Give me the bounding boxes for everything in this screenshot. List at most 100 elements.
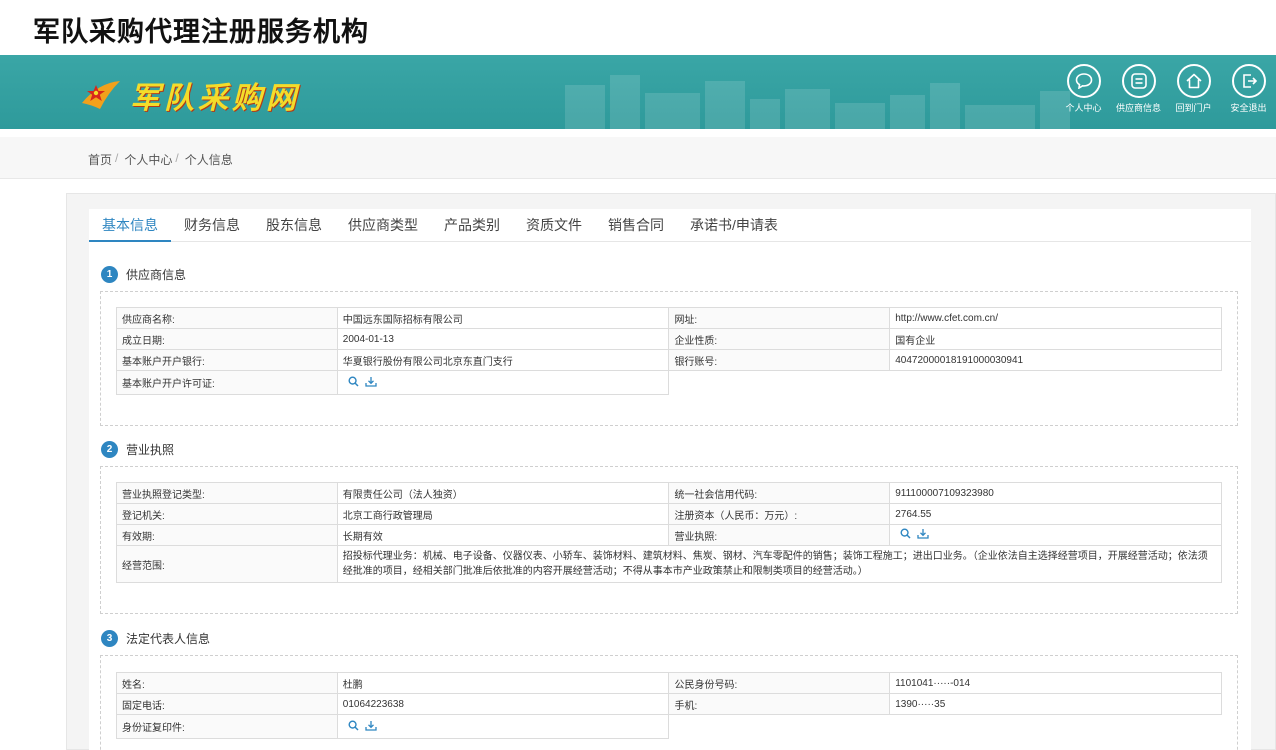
business-license-table: 营业执照登记类型: 有限责任公司（法人独资） 统一社会信用代码: 9111000… <box>116 482 1223 583</box>
field-label: 基本账户开户许可证: <box>116 370 338 395</box>
table-row: 经营范围: 招投标代理业务：机械、电子设备、仪器仪表、小轿车、装饰材料、建筑材料… <box>116 545 1223 583</box>
tab-content: 1 供应商信息 供应商名称: 中国远东国际招标有限公司 网址: http://w… <box>89 242 1251 750</box>
section-number: 3 <box>101 630 118 647</box>
field-label: 登记机关: <box>116 503 338 525</box>
tab-supplier-type[interactable]: 供应商类型 <box>335 209 431 241</box>
tab-product-category[interactable]: 产品类别 <box>431 209 513 241</box>
logo-text: 军队采购网 <box>130 81 300 116</box>
tab-commitment-application[interactable]: 承诺书/申请表 <box>677 209 791 241</box>
list-icon <box>1121 64 1156 98</box>
nav-personal-center[interactable]: 个人中心 <box>1056 64 1111 114</box>
army-star-logo-icon <box>78 75 122 115</box>
field-label: 注册资本（人民币：万元）: <box>668 503 891 525</box>
empty-cell <box>669 715 890 739</box>
field-value: 杜鹏 <box>336 672 670 694</box>
search-icon[interactable] <box>900 528 911 539</box>
nav-safe-logout[interactable]: 安全退出 <box>1221 64 1276 114</box>
field-value: 1390·····35 <box>889 693 1222 715</box>
table-row: 基本账户开户银行: 华夏银行股份有限公司北京东直门支行 银行账号: 404720… <box>116 349 1222 371</box>
field-value <box>889 524 1222 546</box>
field-label: 统一社会信用代码: <box>668 482 891 504</box>
logout-icon <box>1231 64 1266 98</box>
section-header-supplier: 1 供应商信息 <box>101 266 186 283</box>
table-row: 身份证复印件: <box>116 714 1222 739</box>
field-label: 公民身份号码: <box>668 672 891 694</box>
breadcrumb-personal-info: 个人信息 <box>184 153 233 167</box>
table-row: 有效期: 长期有效 营业执照: <box>116 524 1222 546</box>
field-label: 供应商名称: <box>116 307 338 329</box>
tab-qualification-files[interactable]: 资质文件 <box>513 209 595 241</box>
tab-basic-info[interactable]: 基本信息 <box>89 209 171 242</box>
breadcrumb-bar: 首页 / 个人中心 / 个人信息 <box>0 137 1276 179</box>
section-number: 2 <box>101 441 118 458</box>
section-title: 供应商信息 <box>126 268 187 282</box>
nav-back-to-portal[interactable]: 回到门户 <box>1166 64 1221 114</box>
breadcrumb-separator: / <box>115 151 119 165</box>
nav-label: 个人中心 <box>1065 103 1102 113</box>
field-value: 长期有效 <box>336 524 670 546</box>
field-label: 营业执照: <box>668 524 891 546</box>
empty-cell <box>890 715 1222 739</box>
nav-label: 回到门户 <box>1175 103 1212 113</box>
table-row: 基本账户开户许可证: <box>116 370 1222 395</box>
field-label: 身份证复印件: <box>116 714 338 739</box>
field-value: http://www.cfet.com.cn/ <box>889 307 1222 329</box>
tab-financial-info[interactable]: 财务信息 <box>171 209 253 241</box>
legal-rep-table: 姓名: 杜鹏 公民身份号码: 1101041·····-014 固定电话: 01… <box>116 672 1222 739</box>
field-label: 固定电话: <box>116 693 338 715</box>
field-value: 911100007109323980 <box>889 482 1222 504</box>
home-icon <box>1176 64 1211 98</box>
field-value <box>336 370 670 395</box>
supplier-info-table: 供应商名称: 中国远东国际招标有限公司 网址: http://www.cfet.… <box>116 307 1222 395</box>
field-label: 营业执照登记类型: <box>116 482 338 504</box>
field-value: 中国远东国际招标有限公司 <box>336 307 670 329</box>
empty-cell <box>669 371 890 395</box>
top-nav: 个人中心 供应商信息 回到门户 安全退出 <box>1056 64 1276 114</box>
breadcrumb-personal-center[interactable]: 个人中心 <box>124 151 172 168</box>
field-value: 国有企业 <box>889 328 1222 350</box>
download-icon[interactable] <box>365 376 377 387</box>
field-label: 有效期: <box>116 524 338 546</box>
breadcrumb: 首页 / 个人中心 / 个人信息 <box>88 151 233 168</box>
chat-bubble-icon <box>1066 64 1101 98</box>
field-value: 华夏银行股份有限公司北京东直门支行 <box>336 349 670 371</box>
tab-sales-contract[interactable]: 销售合同 <box>595 209 677 241</box>
field-label: 网址: <box>668 307 891 329</box>
field-value: 01064223638 <box>336 693 670 715</box>
download-icon[interactable] <box>917 528 929 539</box>
nav-supplier-info[interactable]: 供应商信息 <box>1111 64 1166 114</box>
section-number: 1 <box>101 266 118 283</box>
nav-label: 安全退出 <box>1230 103 1267 113</box>
field-value: 2004-01-13 <box>336 328 670 350</box>
field-label: 基本账户开户银行: <box>116 349 338 371</box>
search-icon[interactable] <box>348 719 359 731</box>
field-value: 1101041·····-014 <box>889 672 1222 694</box>
breadcrumb-home[interactable]: 首页 <box>88 151 112 168</box>
download-icon[interactable] <box>365 720 377 731</box>
field-value: 北京工商行政管理局 <box>336 503 670 525</box>
field-label: 银行账号: <box>668 349 891 371</box>
tab-bar: 基本信息 财务信息 股东信息 供应商类型 产品类别 资质文件 销售合同 承诺书/… <box>89 209 1251 242</box>
table-row: 登记机关: 北京工商行政管理局 注册资本（人民币：万元）: 2764.55 <box>116 503 1222 525</box>
field-label: 企业性质: <box>668 328 891 350</box>
table-row: 营业执照登记类型: 有限责任公司（法人独资） 统一社会信用代码: 9111000… <box>116 482 1222 504</box>
section-header-legal-rep: 3 法定代表人信息 <box>101 630 210 647</box>
table-row: 姓名: 杜鹏 公民身份号码: 1101041·····-014 <box>116 672 1222 694</box>
nav-label: 供应商信息 <box>1115 103 1161 113</box>
empty-cell <box>890 371 1222 395</box>
field-value: 有限责任公司（法人独资） <box>336 482 670 504</box>
site-logo[interactable]: 军队采购网 <box>78 73 300 117</box>
page-heading: 军队采购代理注册服务机构 <box>33 17 369 48</box>
table-row: 供应商名称: 中国远东国际招标有限公司 网址: http://www.cfet.… <box>116 307 1222 329</box>
field-label: 手机: <box>668 693 891 715</box>
section-title: 营业执照 <box>126 443 175 457</box>
field-label: 成立日期: <box>116 328 338 350</box>
section-header-business-license: 2 营业执照 <box>101 441 174 458</box>
field-label: 姓名: <box>116 672 338 694</box>
breadcrumb-separator: / <box>175 151 179 165</box>
search-icon[interactable] <box>348 375 359 387</box>
section-title: 法定代表人信息 <box>126 632 211 646</box>
field-value: 40472000018191000030941 <box>889 349 1222 371</box>
table-row: 固定电话: 01064223638 手机: 1390·····35 <box>116 693 1222 715</box>
tab-shareholder-info[interactable]: 股东信息 <box>253 209 335 241</box>
